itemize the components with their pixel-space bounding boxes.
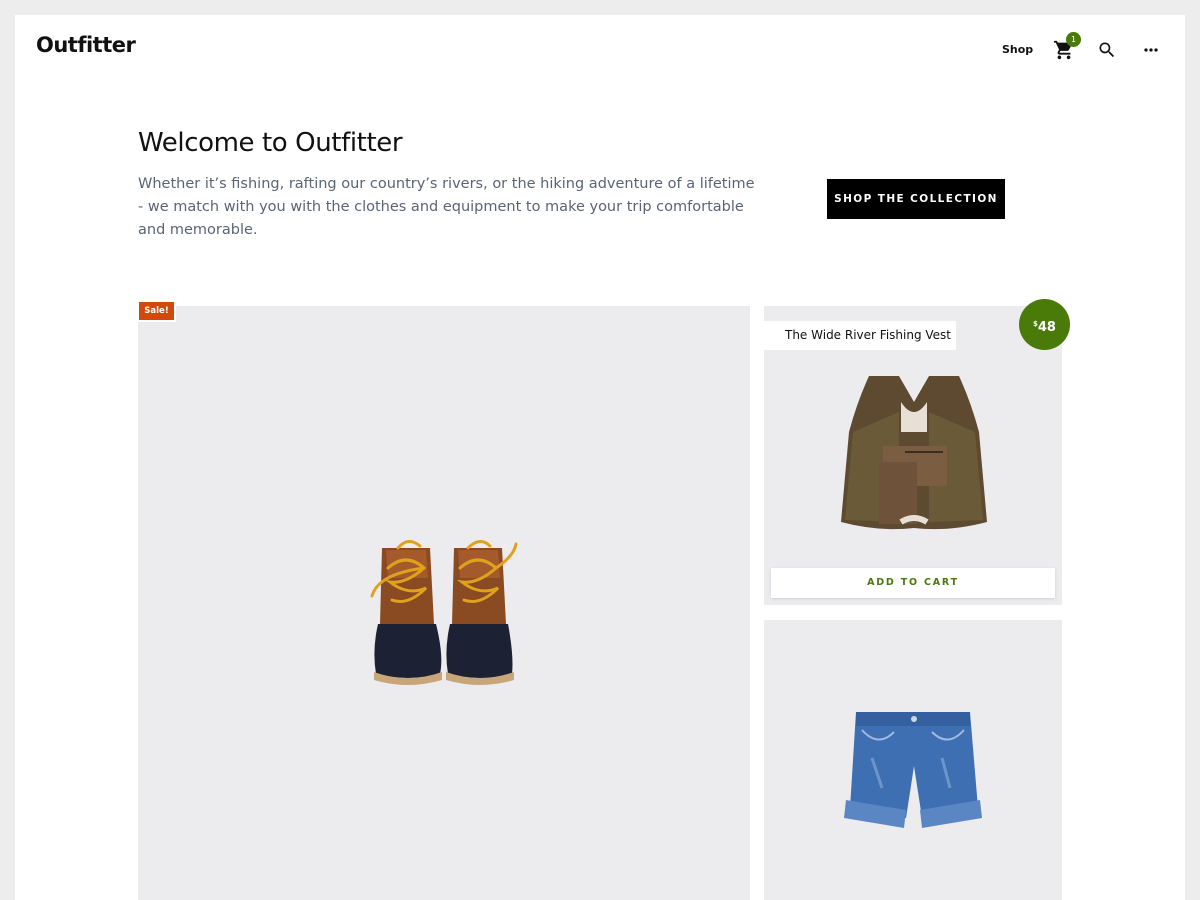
product-card-shorts[interactable] bbox=[764, 620, 1062, 900]
search-icon bbox=[1099, 42, 1115, 58]
vest-image bbox=[841, 376, 987, 530]
add-to-cart-button[interactable]: ADD TO CART bbox=[771, 568, 1055, 598]
nav-shop-link[interactable]: Shop bbox=[1002, 43, 1033, 56]
hero-title: Welcome to Outfitter bbox=[138, 128, 403, 158]
product-name-vest[interactable]: The Wide River Fishing Vest bbox=[764, 321, 956, 350]
product-card-vest[interactable] bbox=[764, 306, 1062, 605]
shorts-image bbox=[844, 712, 982, 828]
cart-count-badge: 1 bbox=[1066, 32, 1081, 47]
boots-image bbox=[370, 540, 518, 685]
price-badge-vest: $48 bbox=[1019, 299, 1070, 350]
page-frame: Outfitter Shop 1 Welcome to Outfitter Wh… bbox=[15, 15, 1185, 900]
more-menu-button[interactable] bbox=[1141, 40, 1161, 60]
sale-badge-label: Sale! bbox=[139, 302, 174, 320]
search-button[interactable] bbox=[1097, 40, 1117, 60]
sale-badge: Sale! bbox=[138, 301, 176, 322]
more-icon bbox=[1144, 48, 1158, 52]
site-title[interactable]: Outfitter bbox=[36, 33, 136, 57]
product-card-boots[interactable] bbox=[138, 306, 750, 900]
shop-collection-button[interactable]: SHOP THE COLLECTION bbox=[827, 179, 1005, 219]
hero-description: Whether it’s fishing, rafting our countr… bbox=[138, 176, 755, 238]
price-value: 48 bbox=[1037, 320, 1056, 335]
